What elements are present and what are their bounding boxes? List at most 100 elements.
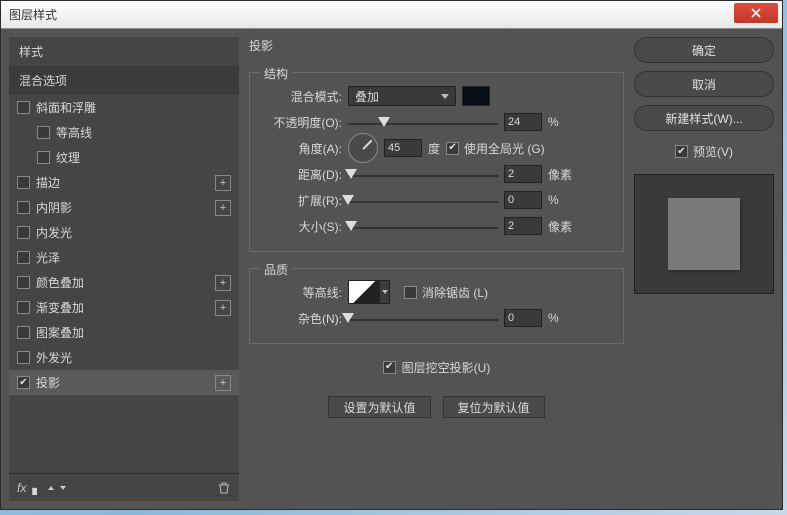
blend-mode-label: 混合模式: — [262, 88, 342, 105]
style-item-6[interactable]: 光泽 — [9, 245, 239, 270]
style-checkbox[interactable] — [17, 101, 30, 114]
blend-mode-value: 叠加 — [355, 88, 379, 105]
contour-dropdown[interactable] — [380, 280, 390, 304]
shadow-color-swatch[interactable] — [462, 86, 490, 106]
style-label: 光泽 — [36, 249, 231, 266]
style-label: 渐变叠加 — [36, 299, 209, 316]
style-checkbox[interactable] — [17, 276, 30, 289]
style-item-4[interactable]: 内阴影+ — [9, 195, 239, 220]
reset-default-button[interactable]: 复位为默认值 — [443, 396, 545, 418]
antialias-label: 消除锯齿 (L) — [422, 284, 488, 301]
blend-mode-select[interactable]: 叠加 — [348, 86, 456, 106]
spread-slider[interactable] — [348, 193, 498, 207]
add-effect-icon[interactable]: + — [215, 375, 231, 391]
add-effect-icon[interactable]: + — [215, 300, 231, 316]
structure-legend: 结构 — [260, 65, 292, 82]
contour-picker[interactable] — [348, 280, 380, 304]
set-default-button[interactable]: 设置为默认值 — [328, 396, 430, 418]
sidebar-footer: fx ▖ — [9, 473, 239, 501]
angle-input[interactable] — [384, 139, 422, 157]
style-checkbox[interactable] — [37, 151, 50, 164]
spread-label: 扩展(R): — [262, 192, 342, 209]
move-down-icon[interactable] — [60, 486, 66, 490]
fx-icon[interactable]: fx — [17, 481, 26, 495]
style-label: 内发光 — [36, 224, 231, 241]
spread-input[interactable] — [504, 191, 542, 209]
style-item-8[interactable]: 渐变叠加 + — [9, 295, 239, 320]
style-list: 斜面和浮雕等高线纹理描边+内阴影+内发光光泽颜色叠加+渐变叠加+图案叠加外发光投… — [9, 95, 239, 473]
style-label: 外发光 — [36, 349, 231, 366]
angle-dial[interactable] — [348, 133, 378, 163]
preview-checkbox[interactable] — [675, 145, 688, 158]
style-label: 颜色叠加 — [36, 274, 209, 291]
add-effect-icon[interactable]: + — [215, 200, 231, 216]
style-item-2[interactable]: 纹理 — [9, 145, 239, 170]
noise-slider[interactable] — [348, 311, 498, 325]
style-item-1[interactable]: 等高线 — [9, 120, 239, 145]
panel-title: 投影 — [249, 37, 624, 54]
style-checkbox[interactable] — [17, 376, 30, 389]
new-style-button[interactable]: 新建样式(W)... — [634, 105, 774, 131]
style-item-11[interactable]: 投影 + — [9, 370, 239, 395]
style-label: 纹理 — [56, 149, 231, 166]
contour-label: 等高线: — [262, 284, 342, 301]
close-button[interactable] — [734, 3, 778, 23]
preview-box — [634, 174, 774, 294]
trash-icon[interactable] — [217, 481, 231, 495]
knockout-checkbox[interactable] — [383, 361, 396, 374]
angle-unit: 度 — [428, 140, 440, 157]
global-light-label: 使用全局光 (G) — [464, 140, 545, 157]
global-light-checkbox[interactable] — [446, 142, 459, 155]
style-checkbox[interactable] — [17, 226, 30, 239]
style-label: 等高线 — [56, 124, 231, 141]
opacity-input[interactable] — [504, 113, 542, 131]
quality-fieldset: 品质 等高线: 消除锯齿 (L) 杂色(N): — [249, 268, 624, 344]
noise-input[interactable] — [504, 309, 542, 327]
style-checkbox[interactable] — [17, 251, 30, 264]
style-label: 描边 — [36, 174, 209, 191]
style-checkbox[interactable] — [17, 176, 30, 189]
knockout-label: 图层挖空投影(U) — [402, 359, 491, 376]
add-effect-icon[interactable]: + — [215, 175, 231, 191]
layer-style-dialog: 图层样式 样式 混合选项 斜面和浮雕等高线纹理描边+内阴影+内发光光泽颜色叠加+… — [0, 0, 783, 510]
sidebar-header[interactable]: 样式 — [9, 37, 239, 66]
size-unit: 像素 — [548, 218, 578, 235]
distance-slider[interactable] — [348, 167, 498, 181]
styles-sidebar: 样式 混合选项 斜面和浮雕等高线纹理描边+内阴影+内发光光泽颜色叠加+渐变叠加+… — [9, 37, 239, 501]
style-label: 图案叠加 — [36, 324, 231, 341]
cancel-button[interactable]: 取消 — [634, 71, 774, 97]
style-item-7[interactable]: 颜色叠加 + — [9, 270, 239, 295]
style-item-10[interactable]: 外发光 — [9, 345, 239, 370]
distance-input[interactable] — [504, 165, 542, 183]
style-checkbox[interactable] — [17, 351, 30, 364]
sidebar-blend-options[interactable]: 混合选项 — [9, 66, 239, 95]
move-up-icon[interactable] — [48, 486, 54, 490]
style-item-0[interactable]: 斜面和浮雕 — [9, 95, 239, 120]
opacity-unit: % — [548, 115, 578, 129]
style-item-9[interactable]: 图案叠加 — [9, 320, 239, 345]
dialog-body: 样式 混合选项 斜面和浮雕等高线纹理描边+内阴影+内发光光泽颜色叠加+渐变叠加+… — [1, 29, 782, 509]
style-checkbox[interactable] — [37, 126, 50, 139]
opacity-slider[interactable] — [348, 115, 498, 129]
preview-label: 预览(V) — [693, 143, 733, 160]
size-label: 大小(S): — [262, 218, 342, 235]
angle-label: 角度(A): — [262, 140, 342, 157]
distance-label: 距离(D): — [262, 166, 342, 183]
style-item-3[interactable]: 描边 + — [9, 170, 239, 195]
style-label: 投影 — [36, 374, 209, 391]
style-checkbox[interactable] — [17, 201, 30, 214]
close-icon — [751, 8, 761, 18]
structure-fieldset: 结构 混合模式: 叠加 不透明度(O): % — [249, 72, 624, 252]
style-checkbox[interactable] — [17, 326, 30, 339]
add-effect-icon[interactable]: + — [215, 275, 231, 291]
style-item-5[interactable]: 内发光 — [9, 220, 239, 245]
spread-unit: % — [548, 193, 578, 207]
fx-menu-icon[interactable]: ▖ — [32, 481, 41, 495]
style-label: 斜面和浮雕 — [36, 99, 231, 116]
chevron-down-icon — [441, 94, 449, 99]
size-input[interactable] — [504, 217, 542, 235]
ok-button[interactable]: 确定 — [634, 37, 774, 63]
antialias-checkbox[interactable] — [404, 286, 417, 299]
style-checkbox[interactable] — [17, 301, 30, 314]
size-slider[interactable] — [348, 219, 498, 233]
